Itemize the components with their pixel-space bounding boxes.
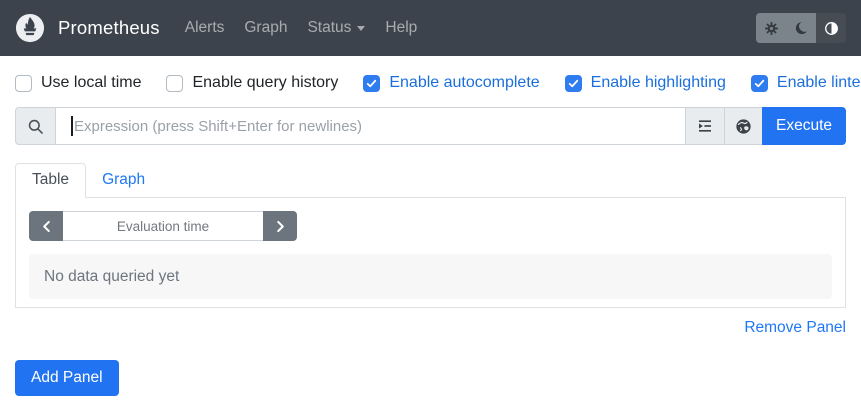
theme-dark-button[interactable]: [786, 13, 816, 43]
no-data-message: No data queried yet: [29, 254, 832, 299]
remove-panel-link[interactable]: Remove Panel: [744, 319, 846, 336]
tab-table[interactable]: Table: [15, 163, 86, 198]
nav-item-status-label: Status: [307, 19, 351, 37]
query-options-row: Use local time Enable query history Enab…: [15, 72, 846, 94]
navbar: Prometheus Alerts Graph Status Help: [0, 0, 861, 56]
search-addon: [15, 107, 56, 145]
nav-item-graph[interactable]: Graph: [244, 11, 287, 45]
decrease-time-button[interactable]: [29, 211, 63, 241]
add-panel-row: Add Panel: [15, 360, 846, 396]
evaluation-time-stepper: [29, 211, 297, 241]
format-expression-button[interactable]: [685, 107, 725, 145]
metrics-explorer-globe-icon: [734, 117, 753, 136]
panel-tabs: Table Graph: [15, 163, 846, 198]
prometheus-logo-icon: [15, 13, 45, 43]
option-enable-highlighting[interactable]: Enable highlighting: [565, 74, 726, 92]
option-label: Use local time: [41, 74, 141, 92]
chevron-down-icon: [357, 26, 365, 31]
metrics-explorer-button[interactable]: [724, 107, 763, 145]
expression-input-wrap: [55, 107, 686, 145]
nav-links: Alerts Graph Status Help: [175, 11, 428, 45]
format-expression-icon: [696, 117, 714, 135]
add-panel-button[interactable]: Add Panel: [15, 360, 119, 396]
check-icon: [754, 78, 765, 89]
brand-title[interactable]: Prometheus: [58, 17, 160, 39]
chevron-right-icon: [275, 220, 286, 233]
checkbox-checked-icon[interactable]: [363, 75, 380, 92]
checkbox-checked-icon[interactable]: [751, 75, 768, 92]
check-icon: [568, 78, 579, 89]
option-use-local-time[interactable]: Use local time: [15, 74, 141, 92]
option-enable-query-history[interactable]: Enable query history: [166, 74, 338, 92]
option-label: Enable highlighting: [591, 74, 726, 92]
half-circle-icon: [823, 20, 840, 37]
checkbox-unchecked-icon[interactable]: [166, 75, 183, 92]
evaluation-time-input[interactable]: [63, 211, 263, 241]
option-label: Enable query history: [192, 74, 338, 92]
remove-panel-row: Remove Panel: [15, 319, 846, 337]
checkbox-unchecked-icon[interactable]: [15, 75, 32, 92]
increase-time-button[interactable]: [263, 211, 297, 241]
gear-sun-icon: [763, 20, 780, 37]
nav-item-alerts[interactable]: Alerts: [185, 11, 225, 45]
expression-input-group: Execute: [15, 107, 846, 145]
theme-toggle-group: [756, 13, 846, 43]
option-enable-autocomplete[interactable]: Enable autocomplete: [363, 74, 539, 92]
chevron-left-icon: [41, 220, 52, 233]
table-panel-body: No data queried yet: [15, 198, 846, 308]
nav-item-help[interactable]: Help: [385, 11, 417, 45]
option-enable-linter[interactable]: Enable linter: [751, 74, 861, 92]
check-icon: [366, 78, 377, 89]
nav-item-status[interactable]: Status: [307, 11, 365, 45]
tab-graph[interactable]: Graph: [86, 164, 161, 197]
option-label: Enable linter: [777, 74, 861, 92]
execute-button[interactable]: Execute: [762, 107, 846, 145]
text-cursor: [71, 116, 73, 136]
theme-light-button[interactable]: [756, 13, 786, 43]
theme-auto-button[interactable]: [816, 13, 846, 43]
search-icon: [26, 117, 45, 136]
option-label: Enable autocomplete: [389, 74, 539, 92]
checkbox-checked-icon[interactable]: [565, 75, 582, 92]
prometheus-brand[interactable]: Prometheus: [15, 13, 160, 43]
moon-icon: [793, 20, 809, 36]
expression-input[interactable]: [55, 107, 686, 145]
